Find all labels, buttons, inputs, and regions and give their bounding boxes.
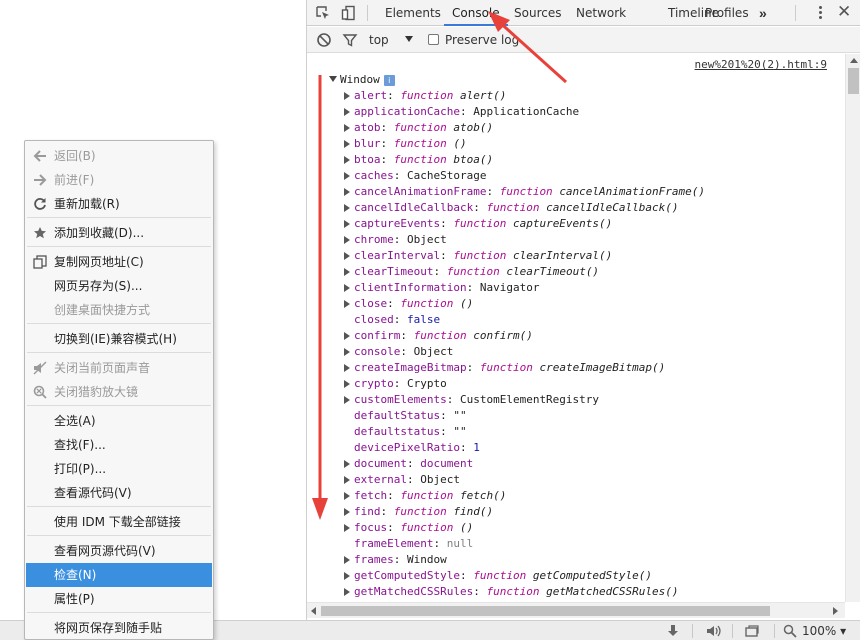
annotation-arrows [312,11,568,520]
arrow-to-console-tab [495,18,568,84]
arrow-head [312,498,328,520]
browser-window: Elements Console Sources Network Timelin… [0,0,860,640]
